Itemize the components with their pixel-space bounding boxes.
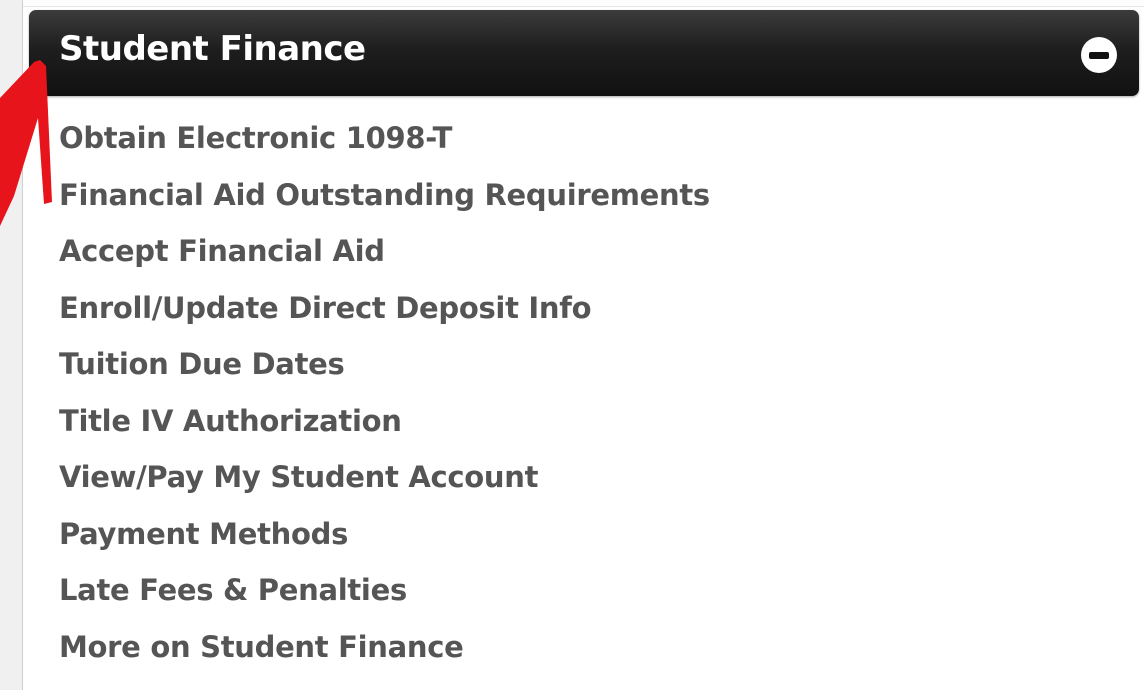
link-enroll-update-direct-deposit[interactable]: Enroll/Update Direct Deposit Info bbox=[59, 291, 592, 325]
list-item: Financial Aid Outstanding Requirements bbox=[59, 167, 710, 224]
list-item: View/Pay My Student Account bbox=[59, 449, 710, 506]
list-item: Enroll/Update Direct Deposit Info bbox=[59, 280, 710, 337]
link-more-on-student-finance[interactable]: More on Student Finance bbox=[59, 630, 464, 664]
link-view-pay-student-account[interactable]: View/Pay My Student Account bbox=[59, 460, 538, 494]
link-title-iv-authorization[interactable]: Title IV Authorization bbox=[59, 404, 402, 438]
list-item: Accept Financial Aid bbox=[59, 223, 710, 280]
list-item: Payment Methods bbox=[59, 506, 710, 563]
student-finance-links: Obtain Electronic 1098-T Financial Aid O… bbox=[59, 110, 710, 675]
list-item: Tuition Due Dates bbox=[59, 336, 710, 393]
student-finance-panel: Student Finance Obtain Electronic 1098-T… bbox=[22, 0, 1144, 690]
link-accept-financial-aid[interactable]: Accept Financial Aid bbox=[59, 234, 385, 268]
link-obtain-electronic-1098t[interactable]: Obtain Electronic 1098-T bbox=[59, 121, 452, 155]
list-item: More on Student Finance bbox=[59, 619, 710, 676]
list-item: Late Fees & Penalties bbox=[59, 562, 710, 619]
list-item: Title IV Authorization bbox=[59, 393, 710, 450]
link-late-fees-penalties[interactable]: Late Fees & Penalties bbox=[59, 573, 407, 607]
page-background-strip bbox=[0, 0, 22, 690]
panel-header[interactable]: Student Finance bbox=[29, 10, 1139, 96]
link-payment-methods[interactable]: Payment Methods bbox=[59, 517, 348, 551]
panel-title: Student Finance bbox=[59, 29, 366, 69]
minus-circle-icon bbox=[1089, 52, 1109, 59]
link-financial-aid-outstanding-requirements[interactable]: Financial Aid Outstanding Requirements bbox=[59, 178, 710, 212]
list-item: Obtain Electronic 1098-T bbox=[59, 110, 710, 167]
panel-top-border bbox=[23, 0, 1144, 7]
collapse-button[interactable] bbox=[1081, 37, 1117, 73]
link-tuition-due-dates[interactable]: Tuition Due Dates bbox=[59, 347, 345, 381]
